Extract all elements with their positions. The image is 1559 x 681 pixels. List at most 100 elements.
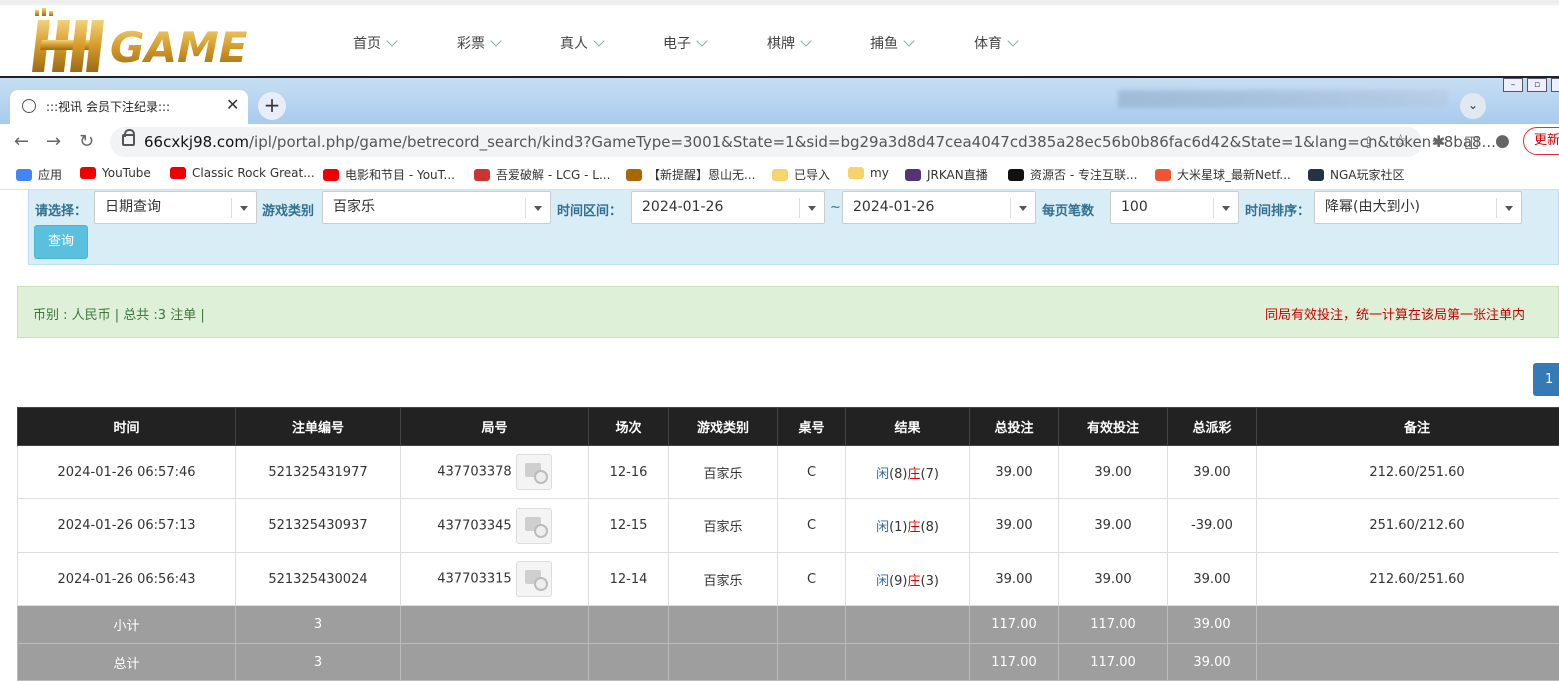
game-type-cell: 百家乐: [669, 499, 778, 553]
date-from-select[interactable]: 2024-01-26: [631, 191, 825, 224]
total-bet-cell[interactable]: 39.00: [970, 499, 1059, 553]
payout-cell: 39.00: [1168, 606, 1257, 644]
nav-lottery[interactable]: 彩票: [457, 33, 500, 53]
banker-points: (3): [921, 574, 939, 589]
round-number: 437703378: [437, 465, 511, 480]
payout-cell: 39.00: [1168, 553, 1257, 606]
bookmark-item[interactable]: 应用: [16, 166, 62, 183]
video-replay-icon[interactable]: [516, 561, 552, 597]
bookmark-item[interactable]: NGA玩家社区: [1308, 166, 1405, 183]
total-count-cell: 3: [236, 606, 401, 644]
bookmark-item[interactable]: 吾爱破解 - LCG - L...: [474, 166, 610, 183]
nav-home[interactable]: 首页: [353, 33, 396, 53]
nav-fishing[interactable]: 捕鱼: [870, 33, 913, 53]
lock-icon[interactable]: [122, 134, 135, 146]
note-cell: 251.60/212.60: [1257, 499, 1559, 553]
column-header: 桌号: [778, 408, 846, 446]
nav-cards[interactable]: 棋牌: [767, 33, 810, 53]
page-button[interactable]: 1: [1533, 363, 1559, 396]
result-cell: 闲(1)庄(8): [846, 499, 970, 553]
total-bet-cell[interactable]: 39.00: [970, 553, 1059, 606]
bet-records-table: 时间注单编号局号场次游戏类别桌号结果总投注有效投注总派彩备注 2024-01-2…: [17, 407, 1559, 681]
round-number-cell: 437703315: [401, 553, 589, 606]
per-page-label: 每页笔数: [1042, 200, 1094, 219]
column-header: 游戏类别: [669, 408, 778, 446]
bookmark-item[interactable]: JRKAN直播: [905, 166, 988, 183]
tab-search-button[interactable]: ⌄: [1460, 93, 1486, 119]
total-label-cell: 总计: [18, 644, 236, 681]
forward-icon[interactable]: →: [46, 131, 61, 152]
bookmark-item[interactable]: Classic Rock Great...: [170, 166, 315, 180]
back-icon[interactable]: ←: [14, 131, 29, 152]
bookmark-item[interactable]: 【新提醒】恩山无...: [626, 166, 755, 183]
valid-bet-cell: 39.00: [1059, 446, 1168, 499]
bet-time-cell: 2024-01-26 06:56:43: [18, 553, 236, 606]
nav-live[interactable]: 真人: [560, 33, 603, 53]
bookmark-item[interactable]: my: [848, 166, 889, 180]
bet-number-cell: 521325431977: [236, 446, 401, 499]
game-type-label: 游戏类别: [262, 200, 314, 219]
game-type-cell: 百家乐: [669, 553, 778, 606]
total-bet-cell: 117.00: [970, 606, 1059, 644]
bet-time-cell: 2024-01-26 06:57:13: [18, 499, 236, 553]
result-cell: 闲(9)庄(3): [846, 553, 970, 606]
update-button[interactable]: 更新: [1523, 127, 1559, 155]
round-number: 437703345: [437, 518, 511, 533]
bookmark-item[interactable]: YouTube: [80, 166, 151, 180]
reload-icon[interactable]: ↻: [79, 131, 94, 152]
youtube-icon: [80, 167, 96, 179]
side-panel-icon[interactable]: ◫: [1464, 132, 1479, 151]
tab-title: :::视讯 会员下注纪录:::: [46, 98, 170, 115]
query-type-select[interactable]: 日期查询: [94, 191, 257, 224]
bookmark-item[interactable]: 已导入: [772, 166, 830, 183]
date-to-select[interactable]: 2024-01-26: [842, 191, 1036, 224]
empty-cell: [1257, 606, 1559, 644]
bookmark-item[interactable]: 电影和节目 - YouT...: [323, 166, 455, 183]
apps-grid-icon: [16, 169, 32, 181]
game-type-select[interactable]: 百家乐: [322, 191, 551, 224]
site-icon: [626, 169, 642, 181]
sort-order-select[interactable]: 降幂(由大到小): [1314, 191, 1522, 224]
empty-cell: [778, 606, 846, 644]
chevron-down-icon: [808, 206, 816, 211]
share-icon[interactable]: ⇪: [1362, 133, 1375, 152]
total-bet-cell[interactable]: 39.00: [970, 446, 1059, 499]
site-icon: [905, 169, 921, 181]
table-row: 2024-01-26 06:56:43521325430024437703315…: [18, 553, 1559, 606]
folder-icon: [772, 169, 788, 181]
nav-slots[interactable]: 电子: [663, 33, 706, 53]
site-icon: [1155, 169, 1171, 181]
banker-points: (7): [921, 467, 939, 482]
bookmark-item[interactable]: 大米星球_最新Netf...: [1155, 166, 1291, 183]
chevron-down-icon: [903, 35, 914, 46]
select-label: 请选择：: [35, 200, 87, 219]
close-window-button[interactable]: [1551, 78, 1559, 92]
close-icon[interactable]: ✕: [226, 95, 239, 114]
session-cell: 12-16: [589, 446, 669, 499]
bookmark-item[interactable]: 资源否 - 专注互联...: [1008, 166, 1137, 183]
chevron-down-icon: [593, 35, 604, 46]
minimize-button[interactable]: –: [1503, 78, 1523, 92]
profile-icon[interactable]: ●: [1495, 131, 1510, 151]
globe-icon: [22, 99, 36, 113]
maximize-button[interactable]: ▫: [1527, 78, 1547, 92]
hh-game-logo[interactable]: GAME: [32, 6, 297, 76]
empty-cell: [778, 644, 846, 681]
site-icon: [474, 169, 490, 181]
per-page-select[interactable]: 100: [1110, 191, 1239, 224]
empty-cell: [669, 606, 778, 644]
star-icon[interactable]: ☆: [1393, 131, 1408, 151]
chevron-down-icon: [1007, 35, 1018, 46]
empty-cell: [846, 644, 970, 681]
table-row: 2024-01-26 06:57:13521325430937437703345…: [18, 499, 1559, 553]
valid-bet-cell: 117.00: [1059, 644, 1168, 681]
video-replay-icon[interactable]: [516, 508, 552, 544]
new-tab-button[interactable]: +: [258, 92, 286, 120]
url-text[interactable]: 66cxkj98.com/ipl/portal.php/game/betreco…: [144, 133, 1496, 151]
query-button[interactable]: 查询: [34, 225, 88, 259]
video-replay-icon[interactable]: [516, 454, 552, 490]
column-header: 结果: [846, 408, 970, 446]
extensions-icon[interactable]: ✱: [1432, 132, 1445, 151]
column-header: 局号: [401, 408, 589, 446]
nav-sports[interactable]: 体育: [974, 33, 1017, 53]
